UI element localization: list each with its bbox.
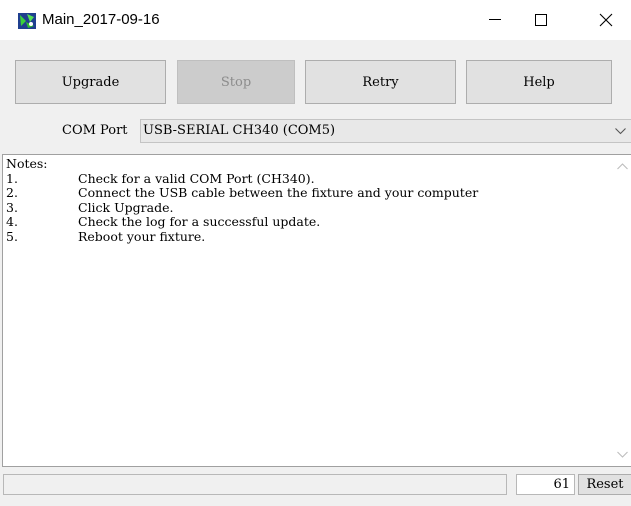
list-item: 2. Connect the USB cable between the fixt… [6,186,606,201]
stop-button[interactable]: Stop [177,60,295,104]
window-title: Main_2017-09-16 [42,11,160,28]
status-bar [3,474,507,495]
client-area: Upgrade Stop Retry Help COM Port USB-SER… [0,40,631,506]
list-item: 4. Check the log for a successful update. [6,215,606,230]
list-item: 3. Click Upgrade. [6,201,606,216]
note-number: 3. [6,200,18,215]
minimize-button[interactable] [472,0,518,40]
close-icon [599,13,613,27]
note-text: Check the log for a successful update. [78,215,321,229]
counter-field: 61 [516,474,575,495]
note-number: 1. [6,171,18,186]
maximize-button[interactable] [518,0,564,40]
retry-button[interactable]: Retry [305,60,456,104]
title-bar[interactable]: Main_2017-09-16 [0,0,631,40]
help-button[interactable]: Help [466,60,612,104]
note-number: 2. [6,186,18,200]
close-button[interactable] [581,0,631,40]
com-port-select[interactable]: USB-SERIAL CH340 (COM5) [140,119,631,143]
list-item: 1. Check for a valid COM Port (CH340). [6,172,606,187]
note-number: 4. [6,215,18,229]
vertical-scrollbar[interactable] [613,155,631,466]
note-text: Connect the USB cable between the fixtur… [78,186,479,200]
notes-textarea[interactable]: Notes: 1. Check for a valid COM Port (CH3… [2,154,631,467]
notes-header: Notes: [6,157,48,171]
maximize-icon [535,14,547,26]
notes-content: Notes: 1. Check for a valid COM Port (CH3… [6,157,606,244]
minimize-icon [489,19,501,20]
note-text: Check for a valid COM Port (CH340). [78,171,315,186]
note-text: Click Upgrade. [78,200,174,215]
chevron-up-icon[interactable] [617,163,628,170]
com-port-label: COM Port [62,123,128,138]
app-icon [18,13,36,29]
chevron-down-icon[interactable] [617,451,628,458]
note-text: Reboot your fixture. [78,229,206,244]
list-item: 5. Reboot your fixture. [6,230,606,245]
reset-button[interactable]: Reset [578,474,631,495]
upgrade-button[interactable]: Upgrade [15,60,166,104]
chevron-down-icon [615,128,626,135]
com-port-value: USB-SERIAL CH340 (COM5) [143,123,336,138]
note-number: 5. [6,229,18,244]
